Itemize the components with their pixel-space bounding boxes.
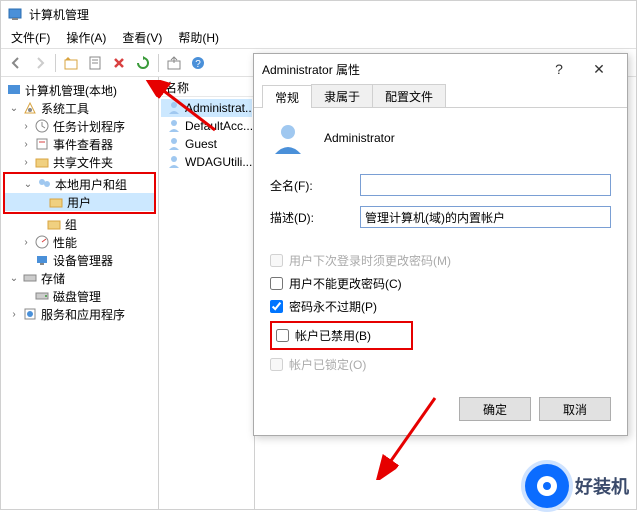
expander-icon[interactable]: ⌄ bbox=[9, 273, 19, 284]
expander-icon[interactable]: › bbox=[9, 309, 19, 320]
dialog-title: Administrator 属性 bbox=[262, 61, 360, 78]
chk-account-locked bbox=[270, 358, 283, 371]
tree-device-manager[interactable]: 设备管理器 bbox=[3, 251, 156, 269]
column-header-name[interactable]: 名称 bbox=[159, 77, 254, 97]
fullname-input[interactable] bbox=[360, 174, 611, 196]
dialog-titlebar: Administrator 属性 ? ✕ bbox=[254, 54, 627, 84]
list-item[interactable]: WDAGUtili... bbox=[161, 153, 252, 171]
tree-shared-folders[interactable]: ›共享文件夹 bbox=[3, 153, 156, 171]
chk-never-expire[interactable] bbox=[270, 300, 283, 313]
dialog-body: Administrator 全名(F): 描述(D): 用户下次登录时须更改密码… bbox=[254, 108, 627, 387]
expander-icon[interactable]: › bbox=[21, 139, 31, 150]
titlebar: 计算机管理 bbox=[1, 1, 636, 27]
chk-cannot-change[interactable] bbox=[270, 277, 283, 290]
description-label: 描述(D): bbox=[270, 209, 360, 226]
menubar: 文件(F) 操作(A) 查看(V) 帮助(H) bbox=[1, 27, 636, 49]
tree-storage[interactable]: ⌄存储 bbox=[3, 269, 156, 287]
menu-action[interactable]: 操作(A) bbox=[60, 27, 112, 48]
svg-text:?: ? bbox=[195, 59, 201, 70]
tree-pane: 计算机管理(本地) ⌄系统工具 ›任务计划程序 ›事件查看器 ›共享文件夹 ⌄本… bbox=[1, 77, 159, 509]
export-button[interactable] bbox=[163, 52, 185, 74]
watermark: 好装机 bbox=[525, 464, 629, 508]
menu-help[interactable]: 帮助(H) bbox=[172, 27, 225, 48]
highlight-disabled-checkbox: 帐户已禁用(B) bbox=[270, 321, 413, 350]
fullname-label: 全名(F): bbox=[270, 177, 360, 194]
back-button[interactable] bbox=[5, 52, 27, 74]
list-item[interactable]: Administrat... bbox=[161, 99, 252, 117]
expander-icon[interactable]: › bbox=[21, 157, 31, 168]
tab-profile[interactable]: 配置文件 bbox=[372, 84, 446, 107]
tab-memberof[interactable]: 隶属于 bbox=[311, 84, 373, 107]
expander-icon[interactable]: › bbox=[21, 121, 31, 132]
separator bbox=[55, 54, 56, 72]
forward-button[interactable] bbox=[29, 52, 51, 74]
dialog-buttons: 确定 取消 bbox=[254, 387, 627, 435]
tree-local-users[interactable]: ⌄本地用户和组 bbox=[5, 175, 154, 193]
watermark-text: 好装机 bbox=[575, 473, 629, 499]
cancel-button[interactable]: 取消 bbox=[539, 397, 611, 421]
user-icon bbox=[166, 100, 182, 116]
user-icon bbox=[166, 118, 182, 134]
account-name: Administrator bbox=[324, 131, 395, 145]
expander-icon[interactable]: ⌄ bbox=[23, 179, 33, 190]
up-button[interactable] bbox=[60, 52, 82, 74]
refresh-button[interactable] bbox=[132, 52, 154, 74]
list-body: Administrat... DefaultAcc... Guest WDAGU… bbox=[159, 97, 254, 509]
separator bbox=[158, 54, 159, 72]
ok-button[interactable]: 确定 bbox=[459, 397, 531, 421]
properties-dialog: Administrator 属性 ? ✕ 常规 隶属于 配置文件 Adminis… bbox=[253, 53, 628, 436]
tree-task-scheduler[interactable]: ›任务计划程序 bbox=[3, 117, 156, 135]
tree-groups[interactable]: 组 bbox=[3, 215, 156, 233]
tree-performance[interactable]: ›性能 bbox=[3, 233, 156, 251]
user-icon bbox=[166, 154, 182, 170]
tab-general[interactable]: 常规 bbox=[262, 85, 312, 108]
chk-account-disabled[interactable] bbox=[276, 329, 289, 342]
menu-view[interactable]: 查看(V) bbox=[116, 27, 168, 48]
properties-button[interactable] bbox=[84, 52, 106, 74]
tab-strip: 常规 隶属于 配置文件 bbox=[254, 84, 627, 108]
tree-services[interactable]: ›服务和应用程序 bbox=[3, 305, 156, 323]
chk-must-change bbox=[270, 254, 283, 267]
list-item[interactable]: DefaultAcc... bbox=[161, 117, 252, 135]
expander-icon[interactable]: ⌄ bbox=[9, 103, 19, 114]
delete-button[interactable] bbox=[108, 52, 130, 74]
list-pane: 名称 Administrat... DefaultAcc... Guest WD… bbox=[159, 77, 255, 509]
menu-file[interactable]: 文件(F) bbox=[5, 27, 56, 48]
help-button[interactable]: ? bbox=[187, 52, 209, 74]
dialog-close-button[interactable]: ✕ bbox=[579, 55, 619, 83]
tree-system-tools[interactable]: ⌄系统工具 bbox=[3, 99, 156, 117]
window-title: 计算机管理 bbox=[29, 6, 89, 23]
expander-icon[interactable]: › bbox=[21, 237, 31, 248]
watermark-icon bbox=[525, 464, 569, 508]
tree-disk-management[interactable]: 磁盘管理 bbox=[3, 287, 156, 305]
app-icon bbox=[7, 6, 23, 22]
highlight-local-users: ⌄本地用户和组 用户 bbox=[3, 172, 156, 214]
list-item[interactable]: Guest bbox=[161, 135, 252, 153]
user-large-icon bbox=[270, 120, 306, 156]
description-input[interactable] bbox=[360, 206, 611, 228]
dialog-help-button[interactable]: ? bbox=[539, 55, 579, 83]
tree-users[interactable]: 用户 bbox=[5, 193, 154, 211]
tree-root[interactable]: 计算机管理(本地) bbox=[3, 81, 156, 99]
tree-event-viewer[interactable]: ›事件查看器 bbox=[3, 135, 156, 153]
user-icon bbox=[166, 136, 182, 152]
